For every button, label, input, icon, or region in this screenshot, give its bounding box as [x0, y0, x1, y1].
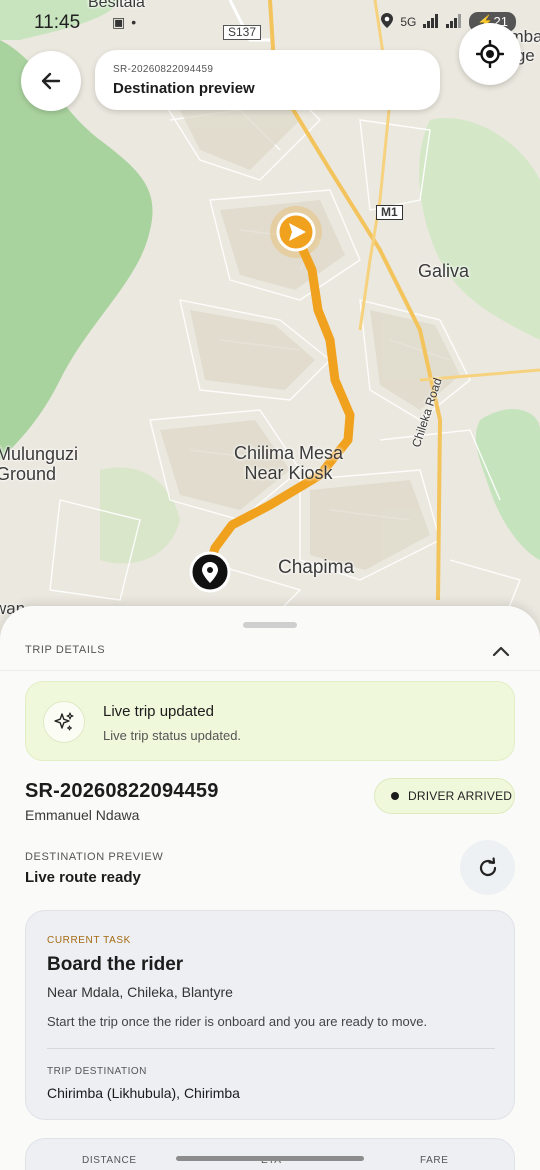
crosshair-icon	[476, 40, 504, 68]
distance-label: DISTANCE	[82, 1155, 137, 1166]
map-label-chilima: Chilima Mesa Near Kiosk	[234, 443, 344, 483]
task-divider	[47, 1048, 495, 1049]
notice-subtitle: Live trip status updated.	[103, 728, 242, 743]
sheet-divider	[0, 670, 540, 671]
trip-reference: SR-20260822094459	[113, 64, 214, 75]
status-bar: 11:45 ▣• 5G ⚡21	[0, 0, 540, 46]
network-type: 5G	[400, 15, 417, 29]
back-button[interactable]	[21, 51, 81, 111]
current-task-card: CURRENT TASK Board the rider Near Mdala,…	[25, 910, 515, 1120]
status-time: 11:45	[34, 12, 81, 33]
fare-label: FARE	[420, 1155, 449, 1166]
trip-destination-value: Chirimba (Likhubula), Chirimba	[47, 1085, 240, 1101]
screenshot-icon: ▣	[112, 14, 132, 30]
location-icon	[381, 13, 394, 31]
rider-name: Emmanuel Ndawa	[25, 807, 140, 823]
dot-icon: •	[131, 14, 143, 30]
sparkles-icon	[54, 712, 74, 731]
sheet-header: TRIP DETAILS	[25, 644, 106, 656]
map-label-chapima: Chapima	[278, 557, 355, 578]
home-gesture-bar[interactable]	[176, 1156, 364, 1161]
trip-stats-card: DISTANCE ETA FARE	[25, 1138, 515, 1170]
status-badge: DRIVER ARRIVED	[374, 778, 515, 814]
status-text: DRIVER ARRIVED	[408, 789, 513, 803]
task-kicker: CURRENT TASK	[47, 935, 131, 946]
sheet-drag-handle[interactable]	[243, 622, 297, 628]
destination-preview-label: DESTINATION PREVIEW	[25, 851, 164, 863]
task-location: Near Mdala, Chileka, Blantyre	[47, 984, 233, 1000]
trip-details-sheet[interactable]: TRIP DETAILS Live trip updated Live trip…	[0, 606, 540, 1170]
signal-icon	[423, 13, 439, 31]
title-card: SR-20260822094459 Destination preview	[95, 50, 440, 110]
status-notification-icons: ▣•	[112, 14, 142, 31]
notice-icon-wrap	[43, 701, 85, 743]
refresh-icon	[479, 856, 496, 876]
refresh-button[interactable]	[460, 840, 515, 895]
wifi-signal-icon	[446, 13, 462, 31]
map-label-galiva: Galiva	[418, 261, 470, 281]
destination-preview-value: Live route ready	[25, 869, 141, 886]
status-dot	[391, 792, 399, 800]
task-title: Board the rider	[47, 954, 184, 975]
trip-id: SR-20260822094459	[25, 780, 219, 802]
page-title: Destination preview	[113, 80, 255, 97]
map-label-mulunguzi: Mulunguzi Ground	[0, 444, 79, 484]
chevron-up-icon	[492, 646, 510, 657]
notice-title: Live trip updated	[103, 703, 214, 720]
collapse-button[interactable]	[488, 638, 514, 664]
live-update-notice: Live trip updated Live trip status updat…	[25, 681, 515, 761]
road-shield-m1: M1	[376, 205, 403, 221]
task-description: Start the trip once the rider is onboard…	[47, 1014, 428, 1029]
arrow-left-icon	[41, 72, 61, 90]
trip-destination-label: TRIP DESTINATION	[47, 1066, 147, 1077]
locate-me-button[interactable]	[459, 23, 521, 85]
